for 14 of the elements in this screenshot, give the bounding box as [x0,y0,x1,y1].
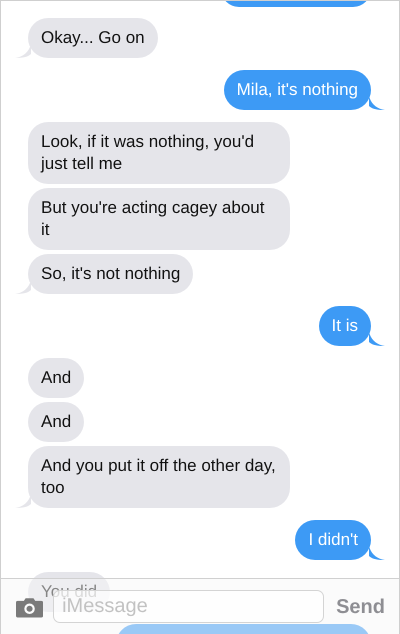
bubble-tail [369,546,385,560]
message-bubble: So, it's not nothing [28,254,194,294]
bubble-tail [369,96,385,110]
message-bubble: It is [318,306,371,346]
bubble-tail [369,332,385,346]
message-bubble: I didn't [295,520,371,560]
message-bubble: Mila, it's nothing [224,70,371,110]
message-bubble: But you're acting cagey about it [28,188,290,250]
message-bubble: Okay... Go on [28,18,158,58]
message-bubble: And you put it off the other day, too [28,446,290,508]
message-bubble: And [28,358,84,398]
send-button[interactable]: Send [336,592,385,622]
message-bubble: And [28,402,84,442]
message-bubble: Look, if it was nothing, you'd just tell me [28,122,290,184]
